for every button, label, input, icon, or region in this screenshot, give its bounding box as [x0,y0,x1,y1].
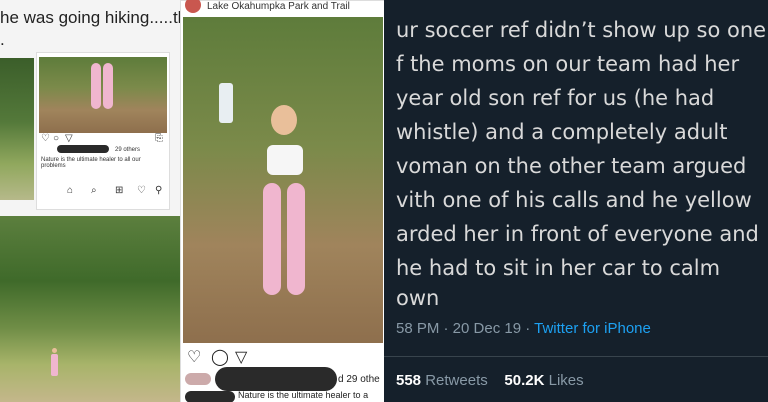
tweet-text-line: whistle) and a completely adult [396,120,728,144]
like-count[interactable]: 50.2K [504,372,544,389]
mini-caption-text: Nature is the ultimate healer to all our… [41,157,141,169]
pants-right [287,183,305,295]
comment-icon[interactable]: ◯ [211,347,229,367]
mini-home-icon[interactable]: ⌂ [67,185,73,196]
tweet-timestamp[interactable]: 58 PM · 20 Dec 19 · [396,320,530,337]
share-icon[interactable]: ▽ [235,347,247,367]
avatar[interactable] [185,0,201,13]
mini-likes-text: 29 others [115,147,141,153]
instagram-post: Lake Okahumpka Park and Trail ♡ ◯ ▽ [180,0,384,402]
wide-forest-photo [0,216,180,402]
water-bottle [219,83,233,123]
redaction-bar [57,145,109,153]
post-location[interactable]: Lake Okahumpka Park and Trail [207,1,350,12]
mini-comment-icon[interactable]: ○ [53,133,59,144]
meme-collage-panel: he was going hiking.....this . ♡ ○ ▽ ⎘ 2… [0,0,384,402]
retweet-count[interactable]: 558 [396,372,421,389]
tweet-text-line: ur soccer ref didn’t show up so one [396,18,767,42]
mini-heart-icon[interactable]: ♡ [41,133,50,144]
mini-add-icon[interactable]: ⊞ [115,185,123,196]
person-top [267,145,303,175]
mini-search-icon[interactable]: ⌕ [91,185,97,196]
pants-left [263,183,281,295]
redaction-bar-main [215,367,337,391]
tweet-text-line: own [396,286,440,310]
post-caption: Nature is the ultimate healer to a [238,390,369,400]
tweet-text-line: voman on the other team argued [396,154,747,178]
post-photo [183,17,383,343]
tweet-text-line: vith one of his calls and he yellow [396,188,752,212]
tweet-panel: ur soccer ref didn’t show up so one f th… [384,0,768,402]
mini-post-photo [39,57,167,133]
heart-icon[interactable]: ♡ [187,347,201,367]
meme-caption-line1: he was going hiking.....this [0,8,200,27]
likes-text: d 29 othe [338,374,380,385]
divider [384,356,768,357]
mini-bookmark-icon[interactable]: ⎘ [155,133,163,144]
meme-caption-line2: . [0,30,5,49]
tweet-stats: 558 Retweets 50.2K Likes [396,372,584,389]
mini-heart-nav-icon[interactable]: ♡ [137,185,146,196]
mini-share-icon[interactable]: ▽ [65,133,73,144]
tweet-source-link[interactable]: Twitter for iPhone [534,320,651,337]
mini-profile-icon[interactable]: ⚲ [155,185,162,196]
tweet-text-line: f the moms on our team had her [396,52,740,76]
cropped-photo-left [0,58,34,200]
redaction-bar-user [185,391,235,402]
tweet-text-line: arded her in front of everyone and [396,222,759,246]
liker-avatars [185,373,211,385]
tweet-text-line: he had to sit in her car to calm [396,256,721,280]
mini-instagram-post: ♡ ○ ▽ ⎘ 29 others Nature is the ultimate… [36,52,170,210]
like-label[interactable]: Likes [549,372,584,389]
tweet-text-line: year old son ref for us (he had [396,86,715,110]
retweet-label[interactable]: Retweets [425,372,488,389]
tweet-meta: 58 PM · 20 Dec 19 · Twitter for iPhone [396,320,651,337]
person-head [271,105,297,135]
